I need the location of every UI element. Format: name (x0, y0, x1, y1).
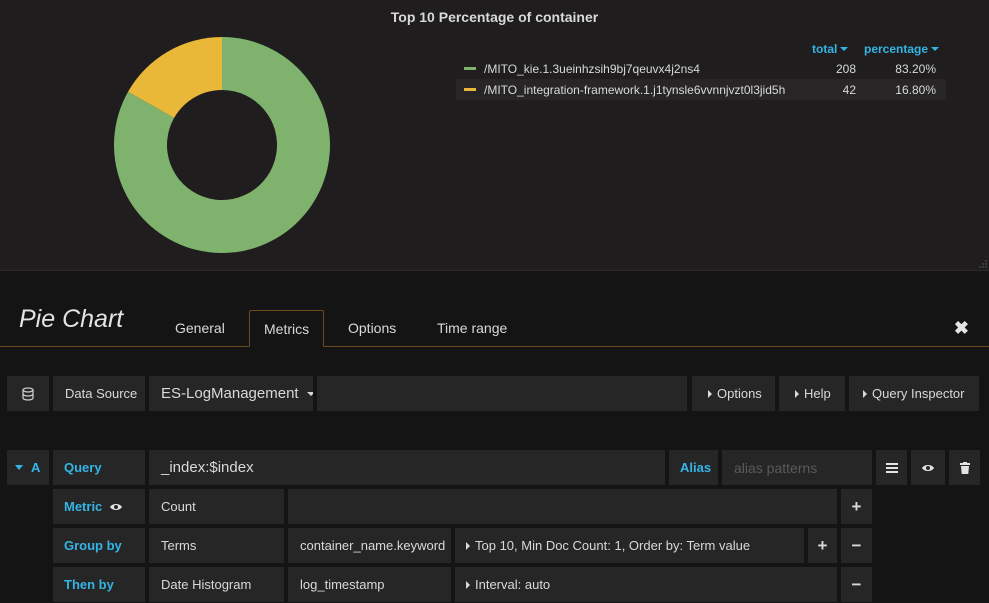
legend-total-label: total (812, 42, 838, 56)
pie-panel: Top 10 Percentage of container total per… (0, 0, 989, 271)
caret-right-icon (708, 389, 712, 398)
delete-query-button[interactable] (949, 450, 980, 485)
legend-sort-percentage[interactable]: percentage (860, 42, 946, 56)
group-by-type-select[interactable]: Terms (149, 528, 284, 563)
caret-down-icon (840, 47, 849, 51)
tab-options[interactable]: Options (334, 310, 410, 347)
alias-label: Alias (669, 450, 718, 485)
legend-header: total percentage (456, 40, 946, 58)
menu-button[interactable] (876, 450, 907, 485)
trash-icon (959, 461, 970, 474)
query-label: Query (53, 450, 145, 485)
database-icon (22, 386, 34, 401)
alias-input[interactable]: alias patterns (722, 450, 872, 485)
close-icon[interactable]: ✖ (954, 318, 969, 339)
metric-type-select[interactable]: Count (149, 489, 284, 524)
tab-time-range[interactable]: Time range (423, 310, 521, 347)
group-by-options-label: Top 10, Min Doc Count: 1, Order by: Term… (475, 538, 751, 553)
legend-percentage-label: percentage (864, 42, 929, 56)
resize-handle-icon[interactable] (979, 260, 987, 268)
legend-percentage-value: 83.20% (895, 61, 936, 76)
legend-swatch[interactable] (464, 67, 476, 70)
then-by-options-label: Interval: auto (475, 577, 551, 592)
legend-item[interactable]: /MITO_kie.1.3ueinhzsih9bj7qeuvx4j2ns4 20… (456, 58, 946, 79)
query-inspector-label: Query Inspector (872, 386, 965, 401)
legend-item[interactable]: /MITO_integration-framework.1.j1tynsle6v… (456, 79, 946, 100)
caret-right-icon (795, 389, 799, 398)
metric-label: Metric (64, 499, 103, 514)
datasource-filler (317, 376, 687, 411)
collapse-icon (15, 465, 23, 470)
caret-right-icon (466, 541, 470, 550)
query-inspector-button[interactable]: Query Inspector (849, 376, 979, 411)
then-by-type-select[interactable]: Date Histogram (149, 567, 284, 602)
metric-filler (288, 489, 837, 524)
legend-total-value: 42 (842, 82, 856, 97)
editor-title: Pie Chart (19, 305, 124, 333)
caret-down-icon (931, 47, 940, 51)
plus-icon: + (851, 496, 862, 516)
then-by-options[interactable]: Interval: auto (455, 567, 837, 602)
legend-series-name[interactable]: /MITO_kie.1.3ueinhzsih9bj7qeuvx4j2ns4 (484, 62, 812, 76)
add-group-by-button[interactable]: + (808, 528, 837, 563)
legend-series-name[interactable]: /MITO_integration-framework.1.j1tynsle6v… (484, 83, 812, 97)
group-by-options[interactable]: Top 10, Min Doc Count: 1, Order by: Term… (455, 528, 804, 563)
then-by-field-select[interactable]: log_timestamp (288, 567, 451, 602)
help-button[interactable]: Help (779, 376, 845, 411)
plus-icon: + (817, 535, 828, 555)
legend-percentage-value: 16.80% (895, 82, 936, 97)
options-button-label: Options (717, 386, 762, 401)
toggle-visibility-button[interactable] (911, 450, 945, 485)
panel-title[interactable]: Top 10 Percentage of container (0, 9, 989, 25)
eye-icon (922, 464, 934, 471)
remove-group-by-button[interactable]: − (841, 528, 872, 563)
eye-icon[interactable] (109, 502, 123, 512)
options-button[interactable]: Options (692, 376, 775, 411)
query-ref-label: A (31, 460, 41, 475)
database-button[interactable] (7, 376, 49, 411)
chevron-down-icon (306, 391, 313, 396)
datasource-label: Data Source (53, 376, 145, 411)
pie-chart (113, 37, 330, 253)
add-metric-button[interactable]: + (841, 489, 872, 524)
datasource-select[interactable]: ES-LogManagement (149, 376, 313, 411)
minus-icon: − (851, 574, 862, 594)
minus-icon: − (851, 535, 862, 555)
then-by-label: Then by (53, 567, 145, 602)
legend-total-value: 208 (835, 61, 856, 76)
group-by-label: Group by (53, 528, 145, 563)
editor-header: Pie Chart General Metrics Options Time r… (0, 272, 989, 347)
menu-icon (885, 462, 898, 473)
legend: total percentage /MITO_kie.1.3ueinhzsih9… (456, 40, 946, 100)
query-ref-toggle[interactable]: A (7, 450, 49, 485)
remove-then-by-button[interactable]: − (841, 567, 872, 602)
tab-general[interactable]: General (161, 310, 239, 347)
tab-metrics[interactable]: Metrics (249, 310, 325, 347)
query-input[interactable]: _index:$index (149, 450, 665, 485)
caret-right-icon (863, 389, 867, 398)
legend-sort-total[interactable]: total (812, 42, 860, 56)
metric-label-cell: Metric (53, 489, 145, 524)
caret-right-icon (466, 580, 470, 589)
help-button-label: Help (804, 386, 831, 401)
group-by-field-select[interactable]: container_name.keyword (288, 528, 451, 563)
datasource-value: ES-LogManagement (161, 385, 299, 402)
legend-swatch[interactable] (464, 88, 476, 91)
